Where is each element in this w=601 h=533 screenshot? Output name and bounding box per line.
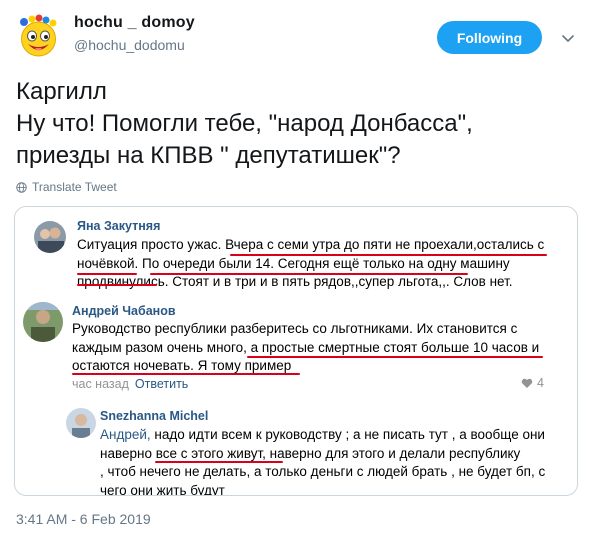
tweet-line: Каргилл [16, 78, 107, 105]
red-underline [247, 356, 543, 358]
chevron-down-icon[interactable] [560, 30, 576, 46]
user-handle[interactable]: @hochu_dodomu [74, 37, 185, 53]
red-underline [150, 273, 468, 275]
comment-line: ночёвкой. По очереди были 14. Сегодня ещ… [77, 255, 510, 271]
avatar-photo-icon [66, 408, 96, 438]
mention-link[interactable]: Андрей, [100, 427, 151, 442]
like-count: 4 [537, 376, 544, 390]
comment-author[interactable]: Яна Закутняя [77, 219, 160, 233]
comment-line-rest: надо идти всем к руководству ; а не писа… [150, 427, 545, 442]
translate-label: Translate Tweet [32, 180, 117, 194]
tweet-line: приезды на КПВВ " депутатишек"? [16, 142, 401, 169]
translate-tweet-link[interactable]: Translate Tweet [16, 180, 117, 194]
comment-avatar[interactable] [23, 302, 63, 342]
tweet-text: Каргилл Ну что! Помогли тебе, "народ Дон… [16, 76, 586, 172]
comment-time: час назад [72, 377, 129, 391]
comment-meta: час назад Ответить [72, 377, 188, 391]
comment-line: Ситуация просто ужас. Вчера с семи утра … [77, 237, 545, 252]
tweet-line: Ну что! Помогли тебе, "народ Донбасса", [16, 110, 473, 137]
globe-icon [16, 181, 27, 193]
avatar-photo-icon [23, 302, 63, 342]
red-underline [77, 284, 157, 286]
comment-line: Руководство республики разберитесь со ль… [72, 321, 518, 336]
comment-line: продвинулись. Стоят и в три и в пять ряд… [77, 274, 513, 289]
profile-avatar[interactable] [14, 12, 63, 61]
tweet-card: hochu _ domoy @hochu_dodomu Following Ка… [0, 0, 601, 533]
like-button[interactable]: 4 [521, 376, 544, 390]
red-underline [230, 254, 547, 256]
emoji-face-icon [20, 14, 57, 57]
comment-text: Руководство республики разберитесь со ль… [72, 320, 539, 376]
attached-image[interactable]: Яна Закутняя Ситуация просто ужас. Вчера… [14, 206, 578, 496]
red-underline [155, 461, 283, 463]
reply-link[interactable]: Ответить [135, 377, 188, 391]
heart-icon [521, 378, 533, 388]
comment-line: Андрей, надо идти всем к руководству ; а… [100, 426, 545, 445]
following-button[interactable]: Following [437, 21, 542, 54]
red-underline [77, 273, 137, 275]
display-name[interactable]: hochu _ domoy [74, 14, 195, 32]
comment-author[interactable]: Андрей Чабанов [72, 304, 176, 318]
comment-author[interactable]: Snezhanna Michel [100, 409, 208, 423]
red-underline [72, 373, 300, 375]
tweet-timestamp[interactable]: 3:41 AM - 6 Feb 2019 [16, 511, 151, 527]
comment-line: чего они жить будут [100, 482, 225, 496]
comment-avatar[interactable] [66, 408, 96, 438]
comment-line: , чтоб нечего не делать, а только деньги… [100, 464, 546, 479]
comment-avatar[interactable] [34, 221, 66, 253]
comment-line: каждым разом очень много, а простые смер… [72, 339, 540, 355]
avatar-photo-icon [34, 221, 66, 253]
